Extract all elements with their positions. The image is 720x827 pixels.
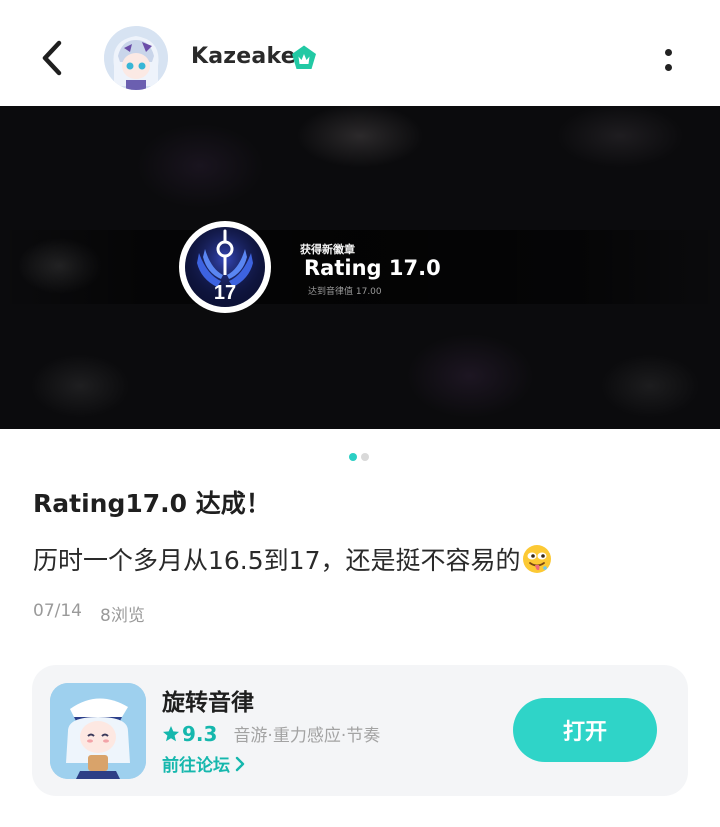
carousel-pager [349, 453, 369, 461]
badge-kicker: 获得新徽章 [300, 243, 355, 256]
go-to-forum-label: 前往论坛 [162, 756, 230, 776]
app-icon[interactable] [50, 683, 146, 779]
top-bar: Kazeake [0, 0, 720, 106]
more-options-button[interactable] [654, 44, 682, 76]
post-meta: 07/14 8浏览 [33, 601, 145, 626]
svg-text:17: 17 [214, 282, 236, 304]
app-rating-row: 9.3 音游·重力感应·节奏 [162, 721, 380, 746]
post-title: Rating17.0 达成！ [33, 489, 271, 518]
go-to-forum-link[interactable]: 前往论坛 [162, 751, 246, 776]
post-image-carousel[interactable]: 17 获得新徽章 Rating 17.0 达到音律值 17.00 [0, 106, 720, 429]
badge-title: Rating 17.0 [304, 256, 441, 280]
app-card[interactable]: 旋转音律 9.3 音游·重力感应·节奏 前往论坛 打开 [32, 665, 688, 796]
username[interactable]: Kazeake [191, 44, 296, 69]
app-tags: 音游·重力感应·节奏 [233, 726, 381, 746]
rating-medal-icon: 17 [179, 221, 271, 313]
app-name[interactable]: 旋转音律 [162, 683, 254, 717]
app-rating: 9.3 [182, 721, 218, 746]
pager-dot-active [349, 453, 357, 461]
post-body-text: 历时一个多月从16.5到17，还是挺不容易的 [33, 546, 521, 575]
back-button[interactable] [32, 36, 72, 80]
vip-badge-icon [292, 45, 316, 69]
post-date: 07/14 [33, 601, 82, 621]
avatar[interactable] [104, 26, 168, 90]
star-icon [163, 725, 179, 741]
drooling-face-emoji [523, 545, 552, 573]
badge-subtitle: 达到音律值 17.00 [308, 287, 382, 297]
open-app-button[interactable]: 打开 [513, 698, 657, 762]
chevron-left-icon [42, 40, 62, 76]
post-body: 历时一个多月从16.5到17，还是挺不容易的 [33, 541, 552, 577]
post-views: 8浏览 [100, 606, 145, 626]
pager-dot [361, 453, 369, 461]
more-vertical-icon [664, 49, 672, 56]
chevron-right-icon [235, 756, 245, 771]
